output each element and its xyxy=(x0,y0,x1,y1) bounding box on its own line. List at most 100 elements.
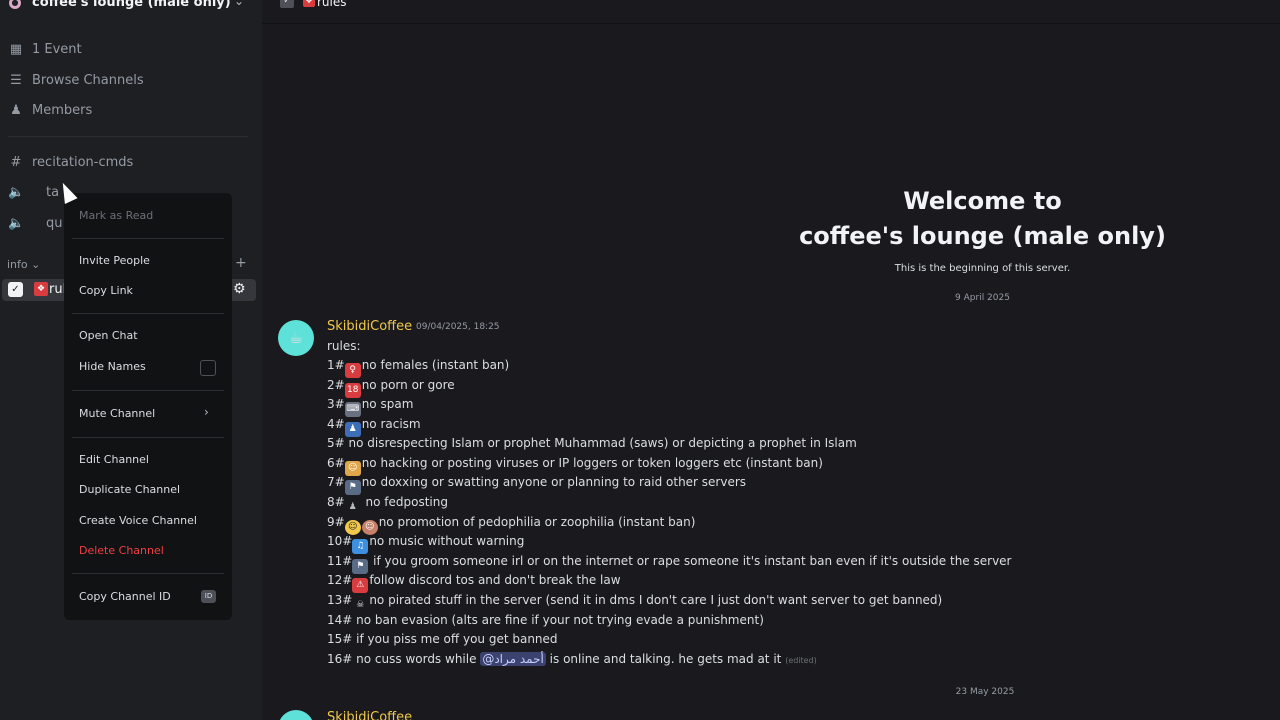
menu-item-delete-channel[interactable]: Delete Channel xyxy=(79,544,164,557)
calendar-icon: ▦ xyxy=(9,42,23,57)
rules-icon: ✓ xyxy=(8,282,23,297)
welcome-subtitle: This is the beginning of this server. xyxy=(894,263,1071,274)
rule-text: no ban evasion (alts are fine if your no… xyxy=(356,613,764,627)
rule-number: 15# xyxy=(327,632,353,646)
menu-item-create-voice-channel[interactable]: Create Voice Channel xyxy=(79,514,197,527)
avatar[interactable]: ☕ xyxy=(278,320,314,356)
sidebar-item-label: Browse Channels xyxy=(32,73,144,88)
message-timestamp: 09/04/2025, 18:25 xyxy=(416,322,500,332)
avatar[interactable] xyxy=(278,710,314,720)
rules-emoji-icon: ❖ xyxy=(303,0,315,7)
rule-text: no porn or gore xyxy=(361,378,455,392)
rules-emoji-icon: ❖ xyxy=(34,282,48,296)
music-note-icon: ♫ xyxy=(352,539,369,554)
channel-recitation-cmds[interactable]: # recitation-cmds xyxy=(0,152,250,174)
rule-number: 1# xyxy=(327,358,345,372)
chevron-right-icon: › xyxy=(204,405,209,419)
menu-item-hide-names[interactable]: Hide Names xyxy=(79,360,146,373)
edited-label: (edited) xyxy=(785,656,817,665)
channel-context-menu: Mark as Read Invite People Copy Link Ope… xyxy=(64,193,232,620)
speaker-icon: 🔈 xyxy=(8,185,25,200)
rule-number: 12# xyxy=(327,573,353,587)
rule-text: if you groom someone irl or on the inter… xyxy=(373,554,1012,568)
rule-line: 13# ☠ no pirated stuff in the server (send… xyxy=(327,593,942,613)
server-header[interactable]: ● coffee's lounge (male only) ⌄ xyxy=(0,0,262,14)
rule-number: 9# xyxy=(327,515,345,529)
female-sign-icon: ♀ xyxy=(344,363,361,378)
rule-line: 1# ♀ no females (instant ban) xyxy=(327,358,509,378)
chevron-down-icon[interactable]: ⌄ xyxy=(234,0,244,8)
sidebar-item-label: 1 Event xyxy=(32,42,82,57)
rule-line: 3# ⌨ no spam xyxy=(327,397,413,417)
menu-item-invite-people[interactable]: Invite People xyxy=(79,254,150,267)
members-icon: ♟ xyxy=(10,103,22,118)
rule-text: follow discord tos and don't break the l… xyxy=(369,573,621,587)
rule-text: no cuss words while xyxy=(356,652,477,666)
sidebar-item-members[interactable]: ♟ Members xyxy=(0,100,250,122)
gear-icon[interactable]: ⚙ xyxy=(233,281,246,297)
rule-text: no hacking or posting viruses or IP logg… xyxy=(361,456,823,470)
server-icon: ● xyxy=(9,0,21,9)
category-label: info xyxy=(7,258,28,271)
menu-item-open-chat[interactable]: Open Chat xyxy=(79,329,138,342)
hash-icon: # xyxy=(10,155,22,170)
sidebar-item-label: Members xyxy=(32,103,93,118)
hacker-icon: ☺ xyxy=(344,461,361,476)
welcome-title-line2: coffee's lounge (male only) xyxy=(799,222,1166,250)
rule-text: no racism xyxy=(361,417,421,431)
message-author[interactable]: SkibidiCoffee xyxy=(327,319,412,334)
menu-separator xyxy=(72,573,224,574)
menu-item-duplicate-channel[interactable]: Duplicate Channel xyxy=(79,483,180,496)
sidebar-item-browse-channels[interactable]: ☰ Browse Channels xyxy=(0,70,250,92)
rule-line: 15# if you piss me off you get banned xyxy=(327,632,558,646)
rule-line: 2# 18 no porn or gore xyxy=(327,378,455,398)
underage-icon: 18 xyxy=(344,383,361,398)
rule-line: 10# ♫ no music without warning xyxy=(327,534,524,554)
menu-item-mark-as-read[interactable]: Mark as Read xyxy=(79,209,153,222)
rule-number: 4# xyxy=(327,417,345,431)
menu-separator xyxy=(72,390,224,391)
add-channel-icon[interactable]: + xyxy=(235,255,247,271)
rule-number: 5# xyxy=(327,436,345,450)
id-badge-icon: ID xyxy=(201,590,216,603)
menu-item-copy-link[interactable]: Copy Link xyxy=(79,284,133,297)
category-info[interactable]: info ⌄ xyxy=(7,258,40,271)
message-author[interactable]: SkibidiCoffee xyxy=(327,710,412,720)
user-mention[interactable]: @أحمد مراد xyxy=(480,652,546,666)
rule-text: no pirated stuff in the server (send it … xyxy=(369,593,943,607)
hide-names-checkbox[interactable] xyxy=(200,360,216,376)
menu-item-copy-channel-id[interactable]: Copy Channel ID xyxy=(79,590,171,603)
rule-text: no music without warning xyxy=(369,534,525,548)
channel-label: qu xyxy=(46,216,63,231)
rule-line: 6# ☺ no hacking or posting viruses or IP l… xyxy=(327,456,823,476)
rule-line: 11# ⚑ if you groom someone irl or on the … xyxy=(327,554,1012,574)
rule-line: 16# no cuss words while @أحمد مراد is on… xyxy=(327,652,817,666)
rules-icon: ✓ xyxy=(280,0,294,8)
rule-line: 9# ☺ ☺ no promotion of pedophilia or zoophi… xyxy=(327,515,695,535)
channel-topbar: ✓ ❖ rules xyxy=(262,0,1280,24)
rule-text: no promotion of pedophilia or zoophilia … xyxy=(378,515,696,529)
menu-item-mute-channel[interactable]: Mute Channel xyxy=(79,407,155,420)
rule-number: 10# xyxy=(327,534,353,548)
sidebar-divider xyxy=(8,136,248,137)
rule-text: no fedposting xyxy=(365,495,448,509)
channel-title: rules xyxy=(317,0,347,9)
menu-item-edit-channel[interactable]: Edit Channel xyxy=(79,453,149,466)
rule-number: 7# xyxy=(327,475,345,489)
sidebar-item-events[interactable]: ▦ 1 Event xyxy=(0,39,250,61)
server-name: coffee's lounge (male only) xyxy=(32,0,231,10)
speaker-icon: 🔈 xyxy=(8,216,25,231)
monkey-icon: ☺ xyxy=(361,520,378,535)
rule-text: is online and talking. he gets mad at it xyxy=(549,652,782,666)
police-car-icon: ⚑ xyxy=(344,480,361,495)
rule-text: no females (instant ban) xyxy=(361,358,510,372)
date-divider: 9 April 2025 xyxy=(955,293,1010,303)
rule-number: 16# xyxy=(327,652,353,666)
menu-separator xyxy=(72,238,224,239)
welcome-title-line1: Welcome to xyxy=(903,187,1062,215)
pirate-flag-icon: ☠ xyxy=(356,600,365,610)
rule-number: 2# xyxy=(327,378,345,392)
rule-line: 5# no disrespecting Islam or prophet Muh… xyxy=(327,436,857,450)
date-divider: 23 May 2025 xyxy=(955,687,1015,697)
rule-line: 12# ⚠ follow discord tos and don't break t… xyxy=(327,573,621,593)
